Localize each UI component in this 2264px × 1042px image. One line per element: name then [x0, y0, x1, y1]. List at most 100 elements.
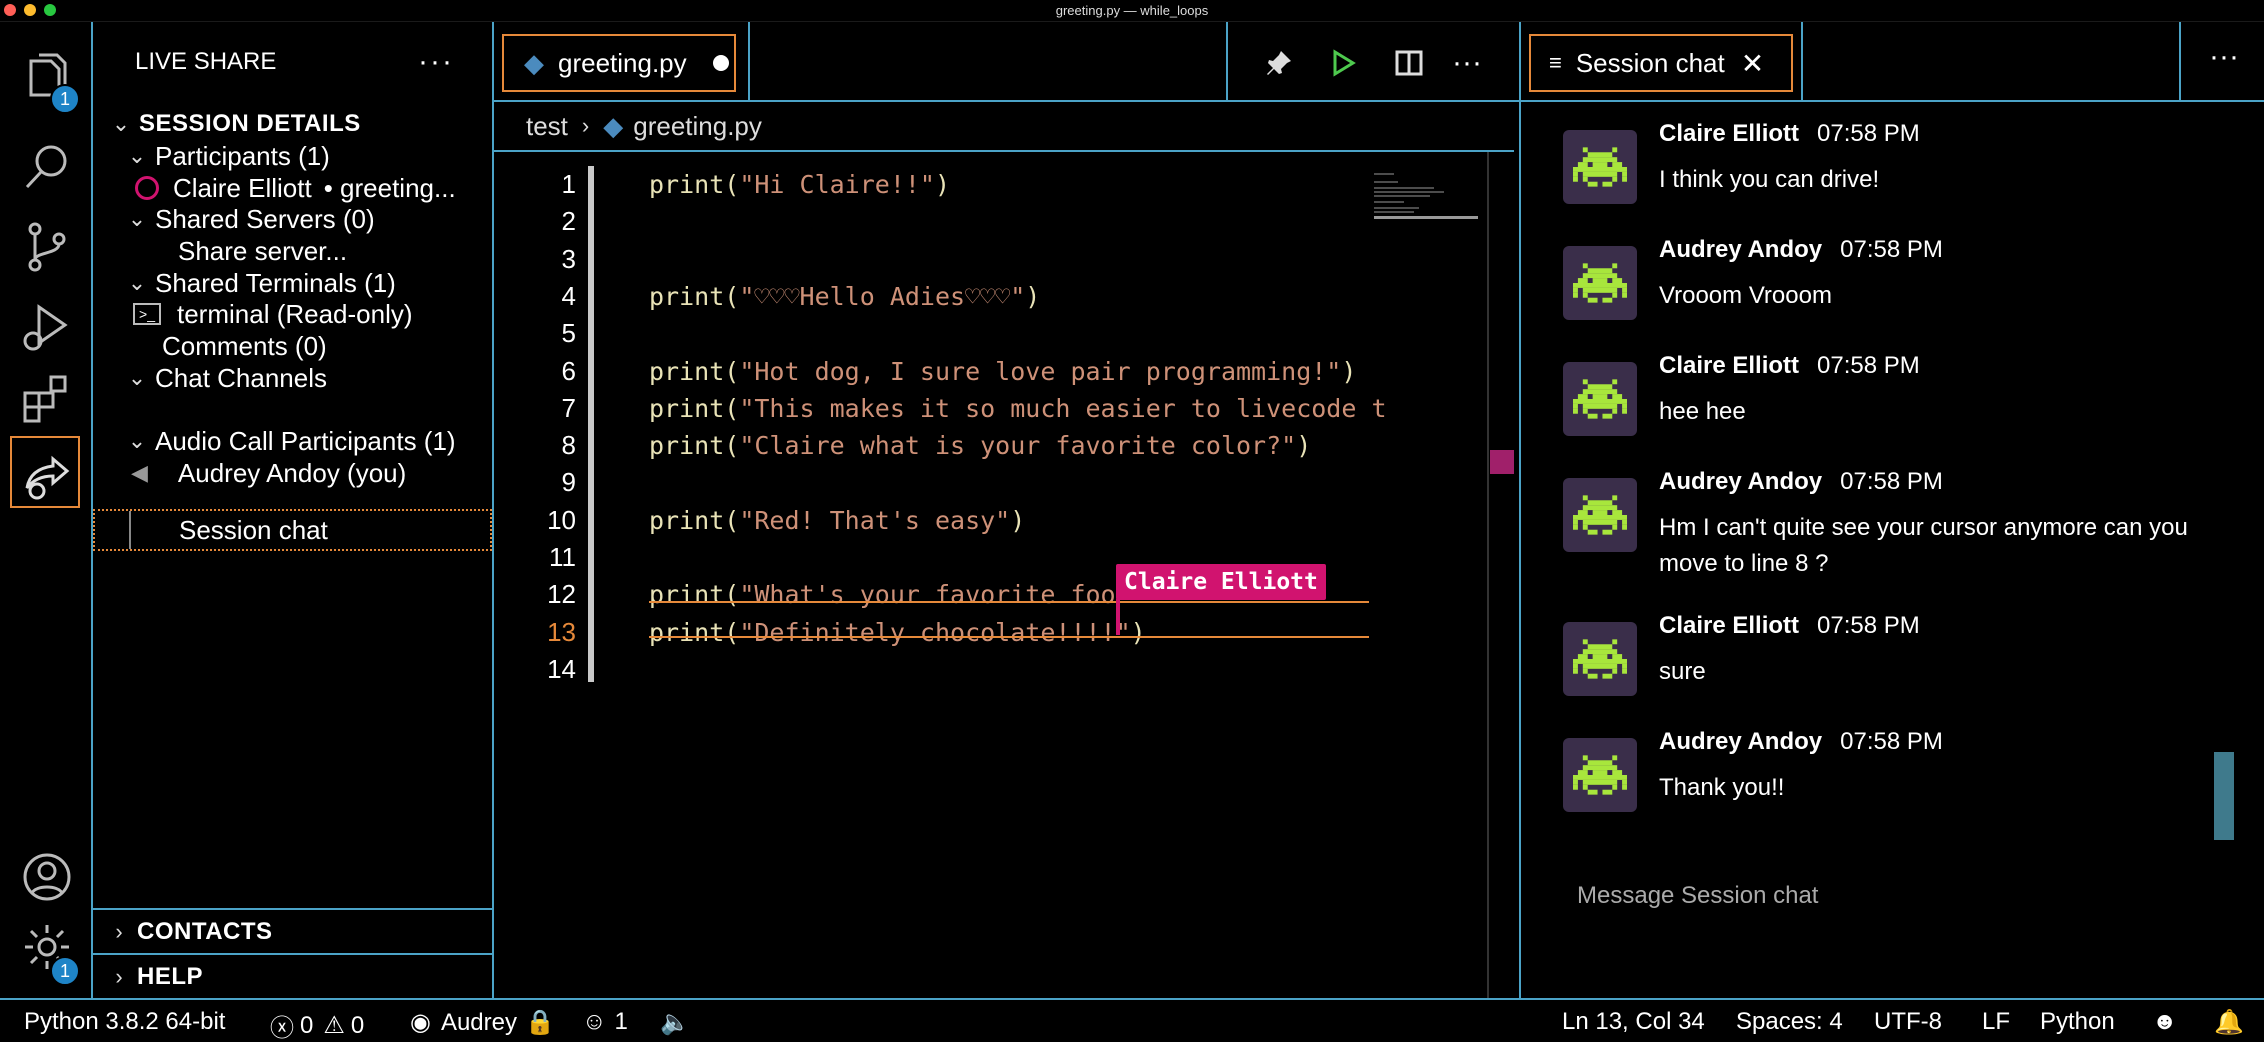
message-time: 07:58 PM	[1840, 236, 1943, 263]
python-interpreter[interactable]: Python 3.8.2 64-bit	[24, 1008, 225, 1036]
message-text: Vrooom Vrooom	[1659, 282, 1832, 309]
code-line[interactable]: 10 print("Red! That's easy")	[494, 502, 1494, 539]
code-text: print("♡♡♡Hello Adies♡♡♡")	[649, 281, 1041, 311]
chat-channels-group[interactable]: ⌄ Chat Channels	[119, 355, 518, 401]
avatar	[1563, 622, 1637, 696]
line-number: 8	[561, 430, 576, 461]
live-share-icon[interactable]	[0, 432, 93, 522]
code-line[interactable]: 3	[494, 241, 1494, 278]
message-author: Audrey Andoy	[1659, 728, 1823, 755]
code-line[interactable]: 4 print("♡♡♡Hello Adies♡♡♡")	[494, 278, 1494, 315]
code-text: print("Claire what is your favorite colo…	[649, 431, 1312, 461]
avatar	[1563, 478, 1637, 552]
extensions-icon[interactable]	[0, 352, 93, 442]
code-line[interactable]: 1 print("Hi Claire!!")	[494, 166, 1494, 203]
code-line[interactable]: 14	[494, 651, 1494, 688]
close-icon[interactable]: ✕	[1741, 47, 1764, 80]
code-line[interactable]: 6 print("Hot dog, I sure love pair progra…	[494, 353, 1494, 390]
chevron-right-icon: ›	[115, 918, 123, 944]
code-line[interactable]: 9	[494, 464, 1494, 501]
collaborator-scroll-marker	[1490, 450, 1514, 474]
python-file-icon: ◆	[524, 47, 544, 78]
editor-more-actions-icon[interactable]: ···	[1444, 40, 1490, 86]
message-time: 07:58 PM	[1840, 468, 1943, 495]
chevron-right-icon: ›	[581, 113, 590, 138]
code-line[interactable]: 8 print("Claire what is your favorite col…	[494, 427, 1494, 464]
breadcrumb-folder[interactable]: test	[526, 111, 568, 142]
indentation[interactable]: Spaces: 4	[1736, 1008, 1843, 1036]
help-section[interactable]: › HELP	[93, 953, 492, 998]
line-number: 1	[561, 169, 576, 199]
notifications-bell-icon[interactable]: 🔔	[2214, 1008, 2244, 1037]
chat-tab-bar: ≡ Session chat ✕ ···	[1521, 22, 2264, 102]
explorer-icon[interactable]: 1	[0, 32, 93, 122]
code-line[interactable]: 11	[494, 539, 1494, 576]
participants-status[interactable]: ☺ 1	[582, 1008, 628, 1036]
chat-lines-icon: ≡	[1549, 50, 1562, 75]
message-author: Claire Elliott	[1659, 120, 1800, 147]
avatar	[1563, 738, 1637, 812]
session-chat-item[interactable]: Session chat	[93, 509, 492, 551]
avatar	[1563, 246, 1637, 320]
message-text: sure	[1659, 658, 1706, 685]
audio-participant-item[interactable]: ◀ Audrey Andoy (you)	[131, 450, 530, 496]
settings-gear-icon[interactable]: 1	[0, 902, 93, 992]
message-time: 07:58 PM	[1817, 612, 1920, 639]
chat-message-input[interactable]: Message Session chat	[1577, 882, 1818, 910]
message-author: Claire Elliott	[1659, 612, 1800, 639]
run-file-icon[interactable]	[1320, 40, 1366, 86]
audio-icon[interactable]: 🔈	[660, 1008, 690, 1037]
code-editor[interactable]: 1 print("Hi Claire!!") 2 3 4 print("♡♡♡Hello …	[494, 150, 1514, 1000]
line-number: 7	[561, 392, 576, 423]
collaborator-cursor-label: Claire Elliott	[1116, 564, 1326, 600]
activity-bar: 1 1	[0, 22, 93, 998]
sidebar-title: LIVE SHARE	[135, 48, 277, 75]
unsaved-dot-icon[interactable]	[712, 55, 729, 71]
chat-message: Audrey Andoy 07:58 PM Thank you!!	[1563, 728, 2223, 838]
chevron-down-icon: ⌄	[127, 365, 147, 390]
chat-message: Audrey Andoy 07:58 PM Hm I can't quite see…	[1563, 468, 2223, 578]
line-number: 13	[547, 616, 576, 647]
error-icon: ⓧ	[270, 1015, 294, 1042]
more-actions-icon[interactable]: ···	[418, 45, 454, 79]
message-text: Thank you!!	[1659, 774, 1785, 801]
chat-message: Claire Elliott 07:58 PM I think you can dr…	[1563, 120, 2223, 230]
message-time: 07:58 PM	[1840, 728, 1943, 755]
message-author: Audrey Andoy	[1659, 236, 1823, 263]
minimap[interactable]	[1374, 172, 1484, 222]
line-number: 2	[561, 206, 576, 237]
cursor-position[interactable]: Ln 13, Col 34	[1562, 1008, 1705, 1036]
code-line[interactable]: 7 print("This makes it so much easier to …	[494, 390, 1494, 427]
search-icon[interactable]	[0, 122, 93, 212]
tab-session-chat[interactable]: ≡ Session chat ✕	[1529, 34, 1793, 92]
source-control-icon[interactable]	[0, 202, 93, 292]
participants-icon: ☺	[582, 1008, 607, 1035]
message-time: 07:58 PM	[1817, 120, 1920, 147]
chat-message: Claire Elliott 07:58 PM hee hee	[1563, 352, 2223, 462]
language-mode[interactable]: Python	[2040, 1008, 2115, 1036]
code-line[interactable]: 2	[494, 203, 1494, 240]
feedback-icon[interactable]: ☻	[2152, 1008, 2177, 1036]
chat-scrollbar[interactable]	[2214, 752, 2234, 840]
code-text: print("Hi Claire!!")	[649, 170, 951, 199]
problems-indicator[interactable]: ⓧ 0 ⚠ 0	[270, 1008, 364, 1042]
code-line[interactable]: 5	[494, 315, 1494, 352]
split-editor-icon[interactable]	[1386, 40, 1432, 86]
title-bar: greeting.py — while_loops	[0, 0, 2264, 22]
contacts-section[interactable]: › CONTACTS	[93, 908, 492, 953]
tab-greeting-py[interactable]: ◆ greeting.py	[502, 34, 736, 92]
breadcrumb: test › ◆ greeting.py	[526, 108, 762, 144]
live-share-status[interactable]: ◉ Audrey 🔒	[410, 1008, 555, 1037]
explorer-badge: 1	[50, 84, 80, 114]
end-of-line[interactable]: LF	[1982, 1008, 2010, 1036]
breadcrumb-file[interactable]: greeting.py	[633, 111, 762, 142]
code-text: print("Hot dog, I sure love pair program…	[649, 356, 1357, 386]
chat-more-actions-icon[interactable]: ···	[2209, 40, 2239, 74]
encoding[interactable]: UTF-8	[1874, 1008, 1942, 1036]
settings-badge: 1	[50, 956, 80, 986]
warning-icon: ⚠	[323, 1012, 345, 1039]
chevron-right-icon: ›	[115, 963, 123, 989]
editor-group: ◆ greeting.py ··· test › ◆ greeting.py 1…	[494, 22, 1519, 1000]
pin-icon[interactable]	[1256, 40, 1302, 86]
speaker-icon: ◀	[131, 460, 148, 485]
